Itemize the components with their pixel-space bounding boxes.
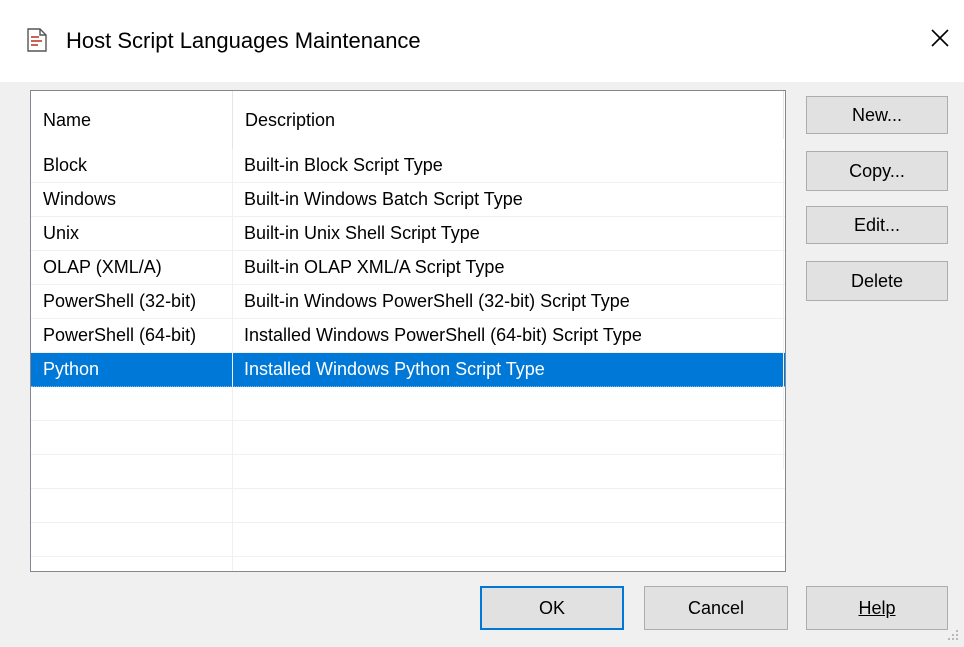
row-description: Built-in Windows PowerShell (32-bit) Scr…	[244, 291, 630, 311]
copy-button[interactable]: Copy...	[806, 151, 948, 191]
list-row-selected[interactable]: Python Installed Windows Python Script T…	[31, 353, 785, 387]
column-divider	[232, 149, 233, 571]
list-header: Name Description	[31, 91, 785, 149]
row-description: Built-in OLAP XML/A Script Type	[244, 257, 505, 277]
header-divider	[783, 91, 784, 139]
close-icon	[930, 28, 950, 53]
script-languages-list[interactable]: Name Description Block Built-in Block Sc…	[30, 90, 786, 572]
new-button[interactable]: New...	[806, 96, 948, 134]
empty-row	[31, 421, 785, 455]
list-rows: Block Built-in Block Script Type Windows…	[31, 149, 785, 571]
empty-row	[31, 455, 785, 489]
row-name: Unix	[43, 223, 80, 243]
row-description: Installed Windows PowerShell (64-bit) Sc…	[244, 325, 642, 345]
row-name: OLAP (XML/A)	[43, 257, 162, 277]
empty-row	[31, 523, 785, 557]
list-row[interactable]: Windows Built-in Windows Batch Script Ty…	[31, 183, 785, 217]
help-button[interactable]: Help	[806, 586, 948, 630]
row-description: Built-in Unix Shell Script Type	[244, 223, 480, 243]
row-description: Built-in Block Script Type	[244, 155, 443, 175]
window-title: Host Script Languages Maintenance	[66, 28, 421, 53]
list-row[interactable]: OLAP (XML/A) Built-in OLAP XML/A Script …	[31, 251, 785, 285]
row-name: Python	[43, 359, 100, 379]
row-name: PowerShell (32-bit)	[43, 291, 197, 311]
empty-row	[31, 489, 785, 523]
list-row[interactable]: PowerShell (32-bit) Built-in Windows Pow…	[31, 285, 785, 319]
help-button-label: Help	[858, 597, 896, 618]
list-row[interactable]: Unix Built-in Unix Shell Script Type	[31, 217, 785, 251]
title-bar: Host Script Languages Maintenance	[0, 0, 964, 82]
row-name: Block	[43, 155, 88, 175]
edit-button[interactable]: Edit...	[806, 206, 948, 244]
delete-button[interactable]: Delete	[806, 261, 948, 301]
row-description: Installed Windows Python Script Type	[244, 359, 545, 379]
ok-button[interactable]: OK	[480, 586, 624, 630]
empty-row	[31, 557, 785, 571]
empty-row	[31, 387, 785, 421]
row-name: Windows	[43, 189, 117, 209]
close-button[interactable]	[922, 22, 958, 58]
list-row[interactable]: Block Built-in Block Script Type	[31, 149, 785, 183]
row-name: PowerShell (64-bit)	[43, 325, 197, 345]
list-row[interactable]: PowerShell (64-bit) Installed Windows Po…	[31, 319, 785, 353]
document-script-icon	[26, 28, 48, 52]
column-header-description[interactable]: Description	[232, 91, 785, 149]
right-column-divider	[783, 149, 784, 469]
row-description: Built-in Windows Batch Script Type	[244, 189, 523, 209]
column-header-name[interactable]: Name	[31, 91, 232, 149]
resize-grip-icon[interactable]	[944, 628, 960, 644]
cancel-button[interactable]: Cancel	[644, 586, 788, 630]
